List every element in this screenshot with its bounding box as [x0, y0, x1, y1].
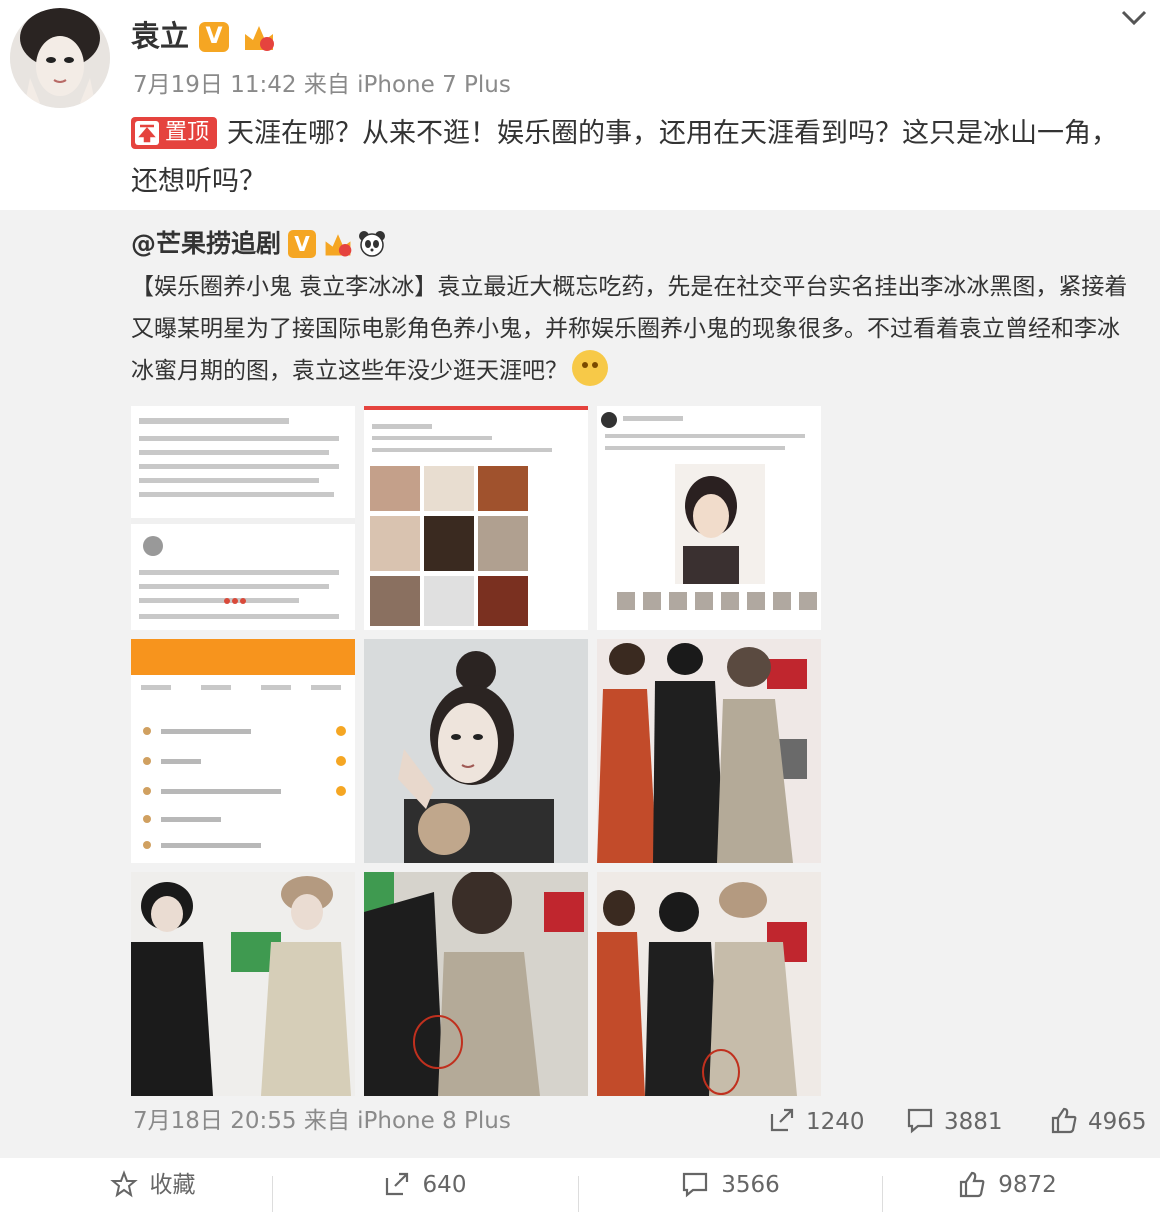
post-text: 置顶 天涯在哪？从来不逛！娱乐圈的事，还用在天涯看到吗？这只是冰山一角，还想听吗…	[131, 110, 1136, 206]
repost-comment-button[interactable]: 3881	[906, 1106, 1003, 1136]
grid-image-4[interactable]	[131, 639, 355, 863]
post-body: 天涯在哪？从来不逛！娱乐圈的事，还用在天涯看到吗？这只是冰山一角，还想听吗？	[131, 118, 1119, 197]
comment-button[interactable]: 3566	[578, 1158, 883, 1212]
repost-comment-count: 3881	[944, 1109, 1003, 1135]
verified-icon: V	[199, 22, 229, 52]
pin-label: 置顶	[165, 120, 210, 145]
repost-count: 640	[422, 1172, 467, 1198]
grid-image-3[interactable]	[597, 406, 821, 630]
chevron-down-icon[interactable]	[1120, 8, 1148, 28]
repost-topic-tag[interactable]: 【娱乐圈养小鬼 袁立李冰冰】	[131, 274, 437, 300]
grid-image-2[interactable]	[364, 406, 588, 630]
repost-share-count: 1240	[806, 1109, 865, 1135]
repost-timestamp: 7月18日 20:55 来自 iPhone 8 Plus	[133, 1106, 511, 1136]
like-icon	[1051, 1107, 1077, 1134]
grid-image-9[interactable]	[597, 872, 821, 1096]
favorite-label: 收藏	[149, 1172, 196, 1198]
grid-image-7[interactable]	[131, 872, 355, 1096]
repost-time: 7月18日 20:55	[133, 1108, 297, 1134]
repost-verified-icon: V	[288, 230, 316, 258]
grid-image-1[interactable]	[131, 406, 355, 630]
post-time: 7月19日 11:42	[133, 72, 297, 98]
repost-share-button[interactable]: 1240	[768, 1106, 865, 1136]
like-button[interactable]: 9872	[855, 1158, 1160, 1212]
grid-image-5[interactable]	[364, 639, 588, 863]
image-grid	[131, 406, 821, 1096]
avatar[interactable]	[10, 8, 110, 108]
grid-image-8[interactable]	[364, 872, 588, 1096]
comment-icon	[907, 1108, 933, 1134]
repost-member-icon	[325, 234, 352, 257]
comment-icon	[683, 1172, 708, 1198]
repost-icon	[770, 1108, 794, 1132]
repost-icon	[385, 1172, 408, 1196]
member-icon	[245, 26, 274, 51]
like-count: 9872	[998, 1172, 1057, 1198]
favorite-button[interactable]: 收藏	[0, 1158, 305, 1212]
action-toolbar: 收藏 640 3566 9872	[0, 1158, 1160, 1212]
like-icon	[960, 1171, 985, 1198]
pin-badge: 置顶	[131, 117, 218, 149]
repost-username[interactable]: @芒果捞追剧	[131, 226, 281, 262]
repost-button[interactable]: 640	[272, 1158, 577, 1212]
grid-image-6[interactable]	[597, 639, 821, 863]
post-source: 来自 iPhone 7 Plus	[303, 72, 511, 98]
repost-like-count: 4965	[1088, 1109, 1147, 1135]
comment-count: 3566	[721, 1172, 780, 1198]
star-icon	[109, 1170, 138, 1198]
username[interactable]: 袁立	[131, 18, 189, 54]
repost-text: 【娱乐圈养小鬼 袁立李冰冰】袁立最近大概忘吃药，先是在社交平台实名挂出李冰冰黑图…	[131, 266, 1141, 392]
repost-card[interactable]: @芒果捞追剧 V 【娱乐圈养小鬼 袁立李冰冰】袁立最近大概忘吃药，先是在社交平台…	[0, 210, 1160, 1158]
repost-source: 来自 iPhone 8 Plus	[303, 1108, 511, 1134]
panda-icon	[359, 231, 385, 257]
smile-icon	[572, 350, 608, 386]
pin-icon	[135, 121, 159, 145]
weibo-post: 袁立 V 7月19日 11:42 来自 iPhone 7 Plus 置顶 天涯在…	[0, 0, 1160, 1212]
post-timestamp: 7月19日 11:42 来自 iPhone 7 Plus	[133, 70, 511, 100]
repost-like-button[interactable]: 4965	[1050, 1106, 1147, 1136]
